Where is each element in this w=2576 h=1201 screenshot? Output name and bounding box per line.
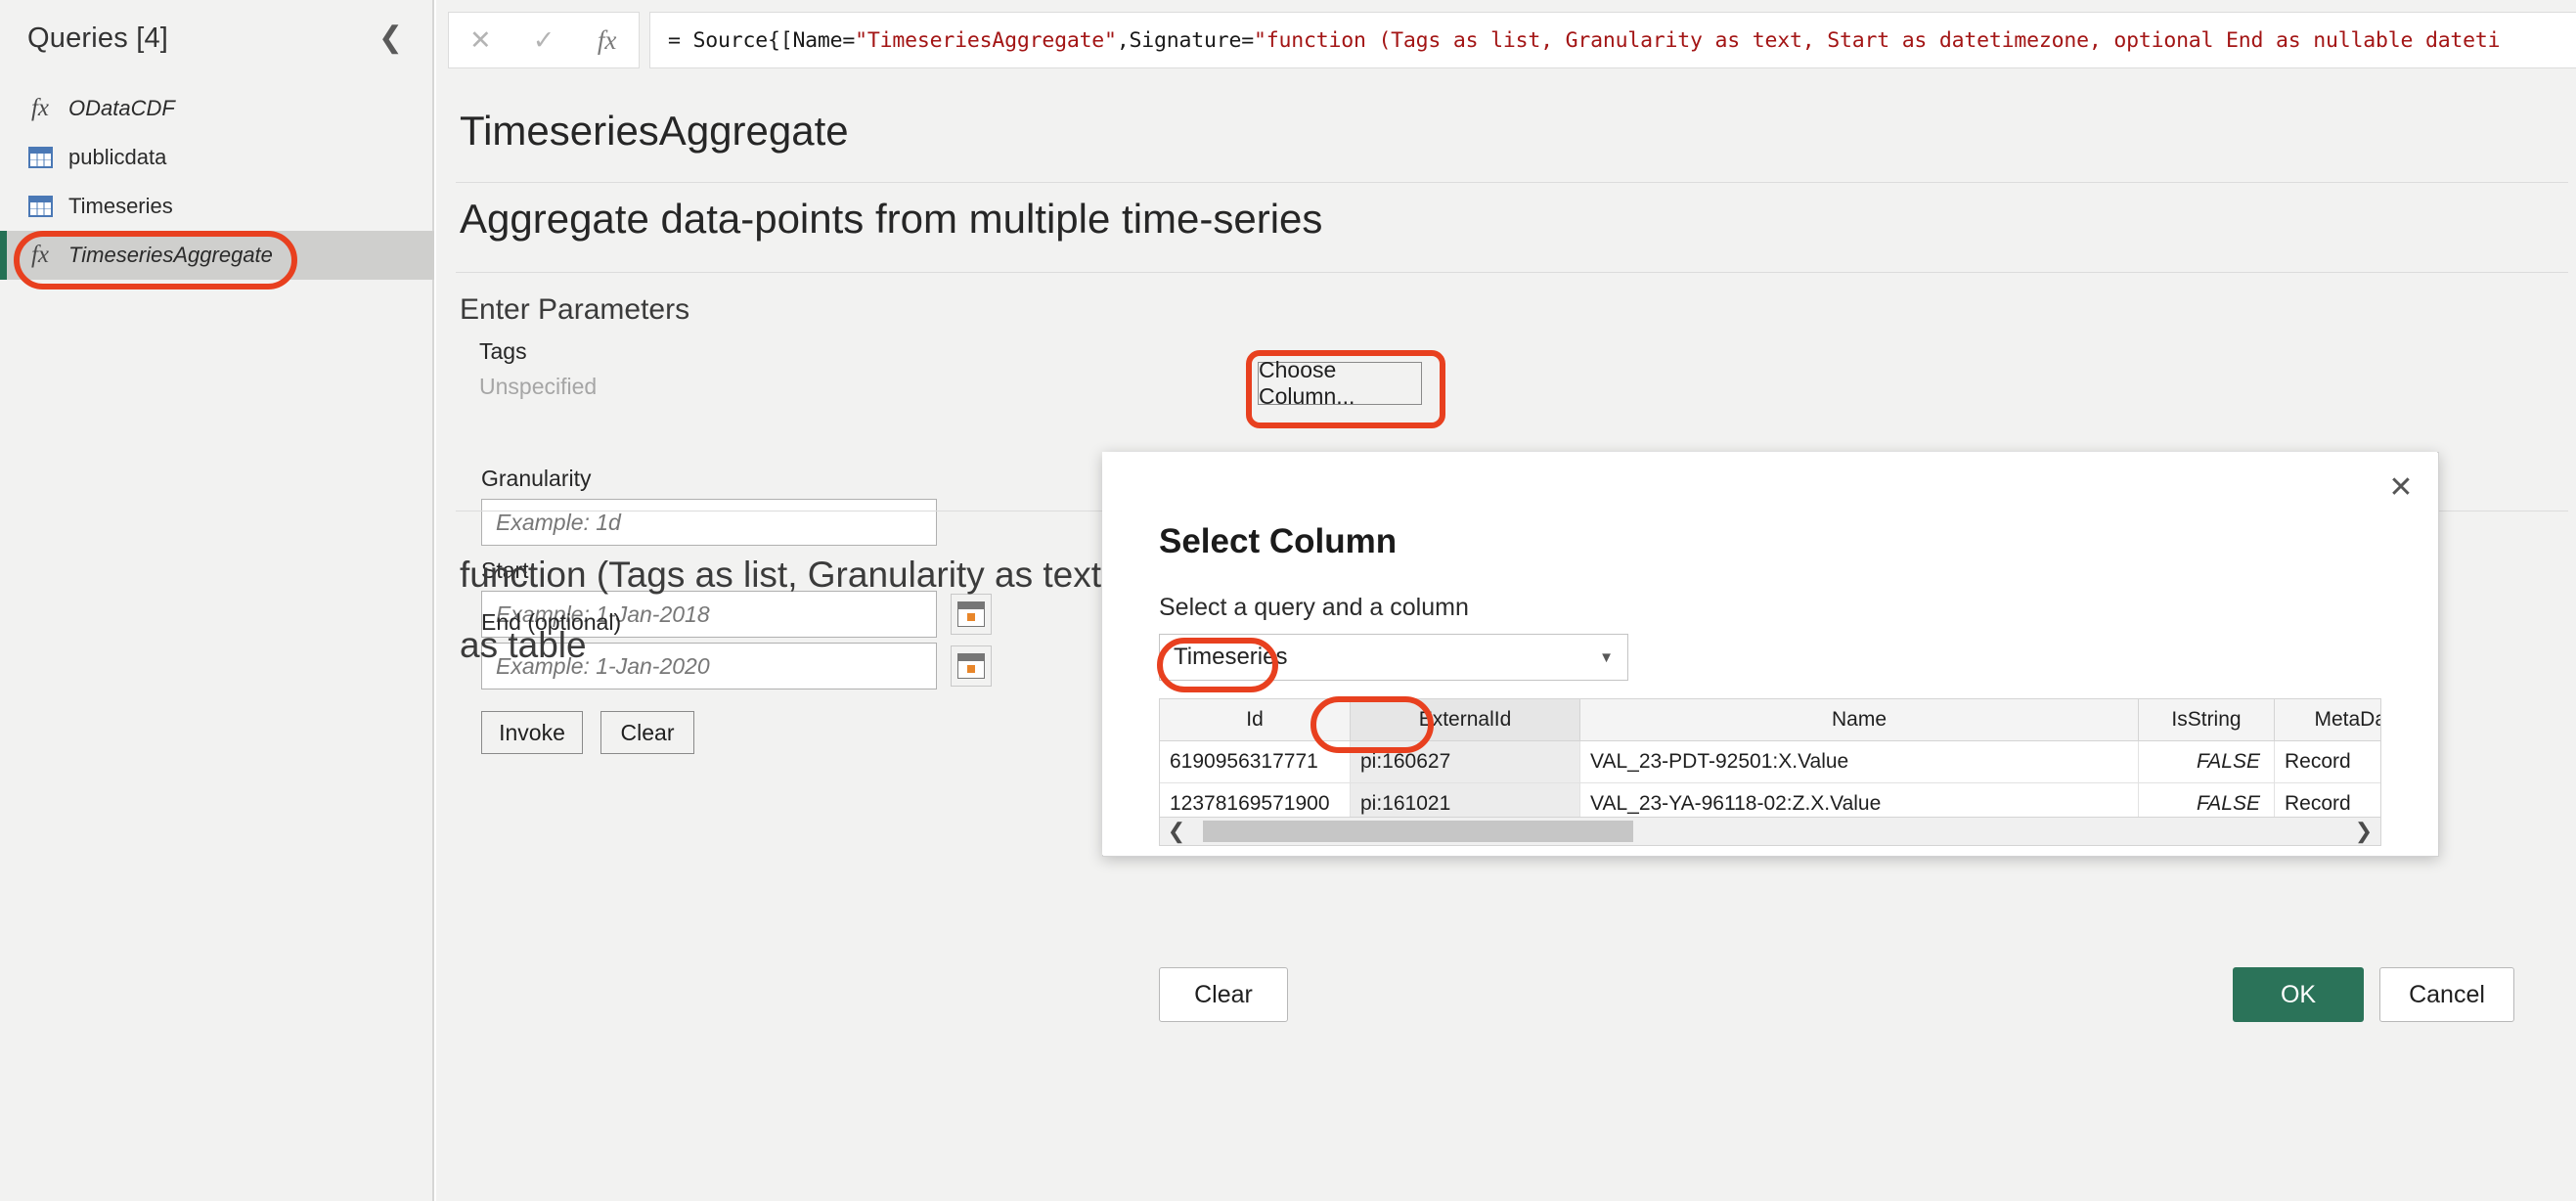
fx-icon[interactable]: fx <box>575 26 639 54</box>
cell-metadata: Record <box>2274 740 2380 783</box>
sidebar-item-label: Timeseries <box>68 194 173 218</box>
dialog-title: Select Column <box>1159 522 1398 560</box>
sidebar-item-timeseriesaggregate[interactable]: fx TimeseriesAggregate <box>0 231 434 280</box>
formula-signature-literal: "function (Tags as list, Granularity as … <box>1254 27 2501 53</box>
fx-icon: fx <box>30 95 50 121</box>
table-icon <box>22 196 59 217</box>
queries-title: Queries [4] <box>27 22 169 54</box>
formula-bar: ✕ ✓ fx = Source{[Name="TimeseriesAggrega… <box>436 0 2576 80</box>
invoke-button[interactable]: Invoke <box>481 711 583 754</box>
dialog-cancel-button[interactable]: Cancel <box>2379 967 2514 1022</box>
column-header-externalid[interactable]: ExternalId <box>1350 699 1580 741</box>
granularity-input[interactable]: Example: 1d <box>481 499 937 546</box>
column-table[interactable]: Id ExternalId Name IsString MetaData 619… <box>1159 698 2381 827</box>
chevron-down-icon: ▼ <box>1599 648 1614 666</box>
chevron-left-icon[interactable]: ❮ <box>373 22 409 55</box>
formula-mid: ,Signature= <box>1116 27 1254 53</box>
table-header-row: Id ExternalId Name IsString MetaData <box>1160 699 2380 741</box>
queries-pane: Queries [4] ❮ fx ODataCDF publicdata Tim… <box>0 0 434 1201</box>
choose-column-button[interactable]: Choose Column... <box>1258 357 1422 409</box>
query-select-dropdown[interactable]: Timeseries ▼ <box>1159 634 1628 681</box>
accept-formula-icon[interactable]: ✓ <box>512 26 576 54</box>
page-title: TimeseriesAggregate <box>460 108 849 154</box>
close-icon[interactable]: ✕ <box>2382 469 2420 507</box>
formula-name-literal: "TimeseriesAggregate" <box>855 27 1117 53</box>
sidebar-item-publicdata[interactable]: publicdata <box>0 133 434 182</box>
formula-text: = Source{[Name="TimeseriesAggregate",Sig… <box>668 27 2501 53</box>
cell-id: 6190956317771 <box>1160 740 1351 783</box>
select-column-dialog: ✕ Select Column Select a query and a col… <box>1102 452 2514 1022</box>
cell-name: VAL_23-PDT-92501:X.Value <box>1579 740 2139 783</box>
table-icon <box>22 147 59 168</box>
horizontal-scrollbar[interactable]: ❮ ❯ <box>1159 817 2381 846</box>
chevron-right-icon[interactable]: ❯ <box>2347 821 2380 842</box>
page-subtitle: Aggregate data-points from multiple time… <box>460 196 1323 242</box>
enter-parameters-label: Enter Parameters <box>460 293 690 326</box>
clear-button[interactable]: Clear <box>600 711 694 754</box>
dialog-subtitle: Select a query and a column <box>1159 594 1469 621</box>
chevron-left-icon[interactable]: ❮ <box>1160 821 1193 842</box>
sidebar-item-label: publicdata <box>68 145 167 169</box>
column-header-id[interactable]: Id <box>1160 699 1351 741</box>
granularity-label: Granularity <box>481 466 592 491</box>
dialog-ok-button[interactable]: OK <box>2233 967 2364 1022</box>
query-select-value: Timeseries <box>1174 644 1288 670</box>
divider <box>456 272 2568 273</box>
cell-isstring: FALSE <box>2138 740 2275 783</box>
formula-bar-buttons: ✕ ✓ fx <box>448 12 640 68</box>
sidebar-item-timeseries[interactable]: Timeseries <box>0 182 434 231</box>
sidebar-item-label: ODataCDF <box>68 96 175 120</box>
column-header-metadata[interactable]: MetaData <box>2274 699 2380 741</box>
cell-externalid: pi:160627 <box>1350 740 1580 783</box>
tags-label: Tags <box>479 338 527 364</box>
formula-input[interactable]: = Source{[Name="TimeseriesAggregate",Sig… <box>649 12 2576 68</box>
dialog-clear-button[interactable]: Clear <box>1159 967 1288 1022</box>
column-header-name[interactable]: Name <box>1579 699 2139 741</box>
divider <box>456 182 2568 183</box>
fx-icon: fx <box>30 242 50 268</box>
sidebar-item-label: TimeseriesAggregate <box>68 243 273 267</box>
scrollbar-thumb[interactable] <box>1203 821 1633 842</box>
formula-prefix: = Source{[Name= <box>668 27 856 53</box>
queries-pane-header: Queries [4] ❮ <box>27 22 409 55</box>
tags-value: Unspecified <box>479 374 598 399</box>
column-header-isstring[interactable]: IsString <box>2138 699 2275 741</box>
cancel-formula-icon[interactable]: ✕ <box>449 26 512 54</box>
table-row[interactable]: 6190956317771 pi:160627 VAL_23-PDT-92501… <box>1160 740 2380 783</box>
sidebar-item-odatacdf[interactable]: fx ODataCDF <box>0 84 434 133</box>
granularity-placeholder: Example: 1d <box>496 509 621 535</box>
